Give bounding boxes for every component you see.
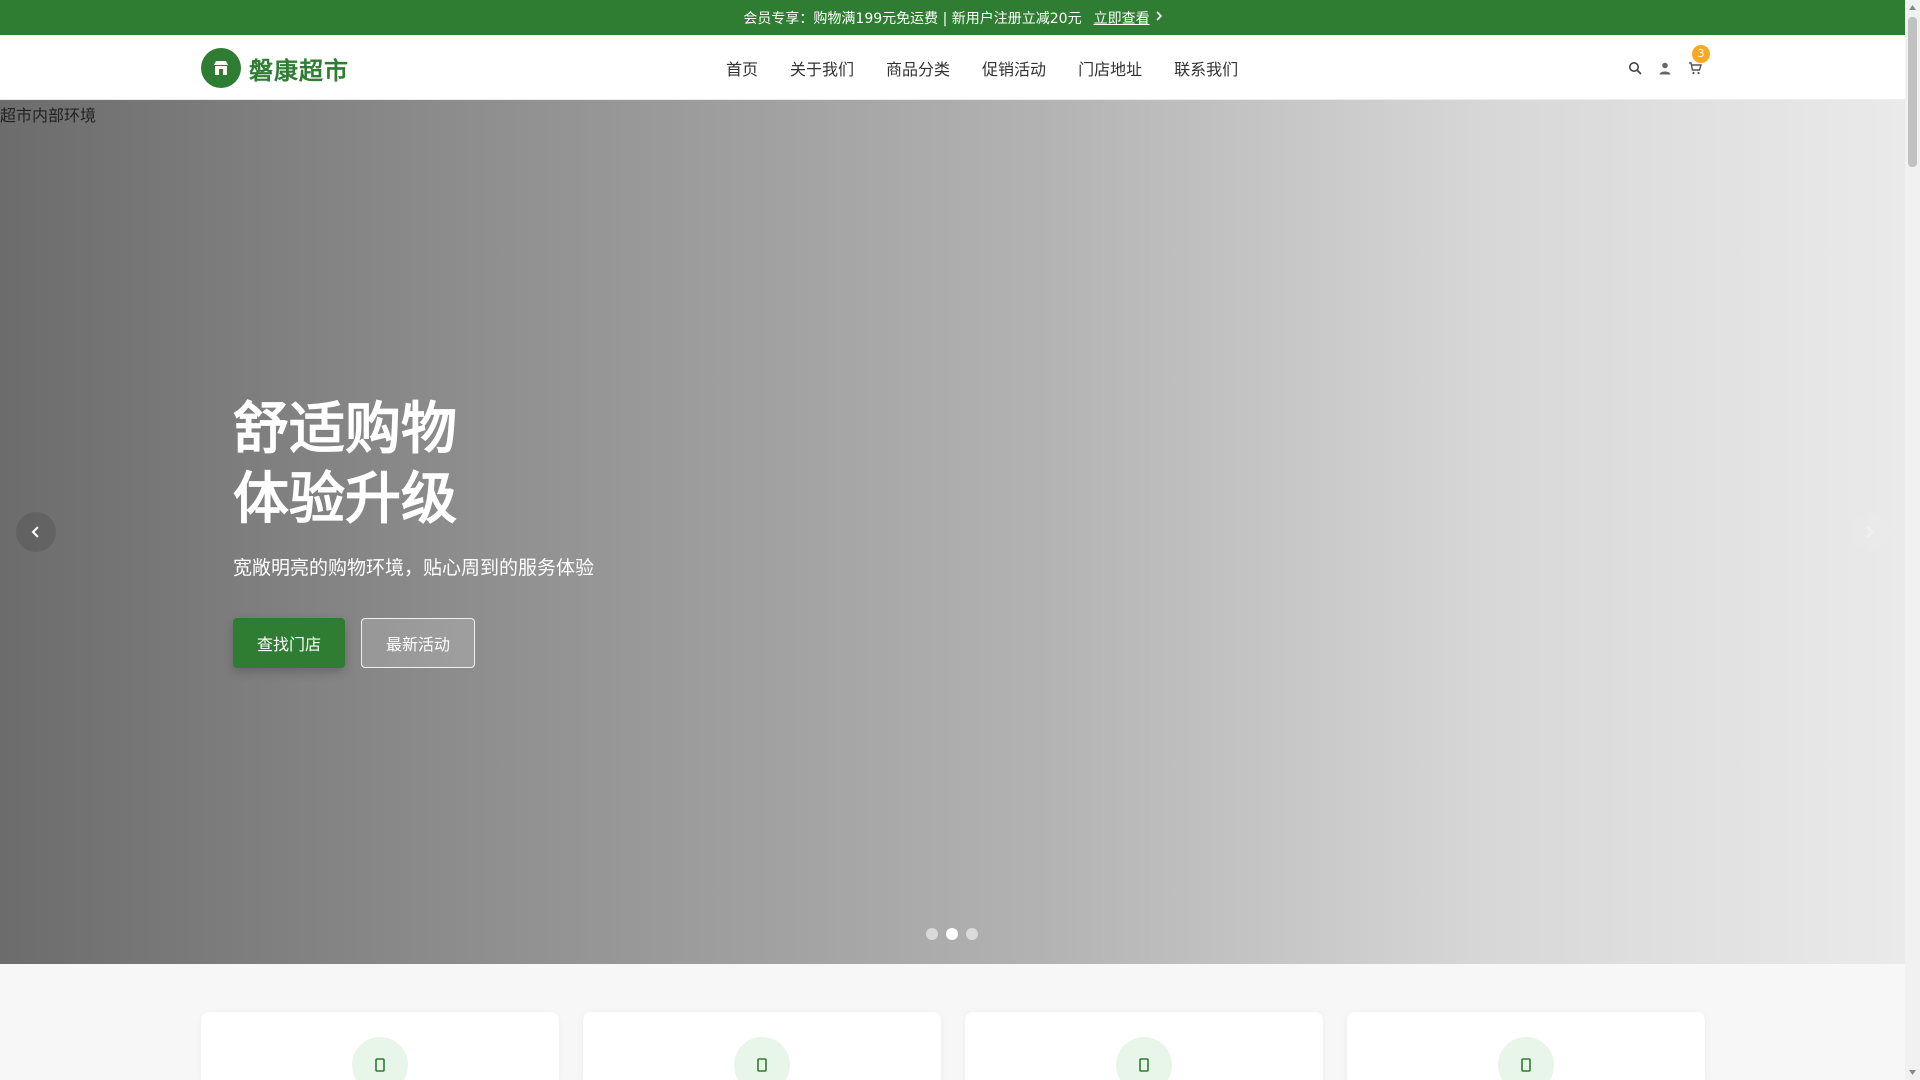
- feature-icon: [1498, 1037, 1554, 1080]
- promo-link[interactable]: 立即查看: [1094, 8, 1162, 28]
- promo-text: 会员专享：购物满199元免运费 | 新用户注册立减20元: [743, 10, 1082, 27]
- feature-icon: [352, 1037, 408, 1080]
- scroll-thumb[interactable]: [1908, 17, 1917, 167]
- promo-link-label[interactable]: 立即查看: [1094, 8, 1150, 28]
- arrow-right-icon: [1156, 11, 1162, 24]
- user-icon[interactable]: [1657, 60, 1673, 76]
- nav-home[interactable]: 首页: [726, 56, 758, 80]
- feature-icon: [1116, 1037, 1172, 1080]
- find-store-button[interactable]: 查找门店: [233, 618, 345, 668]
- hero-image-alt: 超市内部环境: [0, 106, 97, 125]
- feature-card: [201, 1012, 559, 1080]
- hero-title: 舒适购物 体验升级: [233, 395, 594, 535]
- hero-title-line2: 体验升级: [233, 467, 457, 532]
- latest-events-button[interactable]: 最新活动: [361, 618, 475, 668]
- nav-promotions[interactable]: 促销活动: [982, 56, 1046, 80]
- logo-text: 磐康超市: [249, 56, 349, 85]
- hero-content: 舒适购物 体验升级 宽敞明亮的购物环境，贴心周到的服务体验 查找门店 最新活动: [233, 395, 594, 668]
- search-icon[interactable]: [1627, 60, 1643, 76]
- hero-title-line1: 舒适购物: [233, 397, 457, 462]
- feature-card: [965, 1012, 1323, 1080]
- feature-icon: [734, 1037, 790, 1080]
- slider-dot-1[interactable]: [926, 928, 938, 940]
- cart-icon[interactable]: 3: [1687, 44, 1710, 76]
- promo-bar: 会员专享：购物满199元免运费 | 新用户注册立减20元 立即查看: [0, 0, 1905, 35]
- slider-dots: [926, 928, 978, 940]
- logo[interactable]: 磐康超市: [201, 48, 349, 88]
- scroll-down-icon[interactable]: [1905, 1065, 1920, 1080]
- chevron-right-icon: [1866, 526, 1874, 538]
- hero-actions: 查找门店 最新活动: [233, 618, 594, 668]
- nav-contact[interactable]: 联系我们: [1174, 56, 1238, 80]
- slider-next-button[interactable]: [1849, 512, 1889, 552]
- scroll-up-icon[interactable]: [1905, 0, 1920, 15]
- site-header: 磐康超市 首页 关于我们 商品分类 促销活动 门店地址 联系我们 3: [0, 35, 1905, 100]
- hero-slider: 超市内部环境 舒适购物 体验升级 宽敞明亮的购物环境，贴心周到的服务体验 查找门…: [0, 100, 1905, 964]
- store-icon: [201, 48, 241, 88]
- page-scrollbar[interactable]: [1905, 0, 1920, 1080]
- slider-dot-2[interactable]: [946, 928, 958, 940]
- slider-prev-button[interactable]: [16, 512, 56, 552]
- main-nav: 首页 关于我们 商品分类 促销活动 门店地址 联系我们: [726, 35, 1238, 100]
- cart-count-badge: 3: [1692, 44, 1710, 63]
- slider-dot-3[interactable]: [966, 928, 978, 940]
- hero-subtitle: 宽敞明亮的购物环境，贴心周到的服务体验: [233, 557, 595, 579]
- feature-card: [1347, 1012, 1705, 1080]
- chevron-left-icon: [31, 526, 39, 538]
- nav-about[interactable]: 关于我们: [790, 56, 854, 80]
- header-actions: 3: [1627, 35, 1710, 100]
- nav-categories[interactable]: 商品分类: [886, 56, 950, 80]
- nav-stores[interactable]: 门店地址: [1078, 56, 1142, 80]
- feature-card: [583, 1012, 941, 1080]
